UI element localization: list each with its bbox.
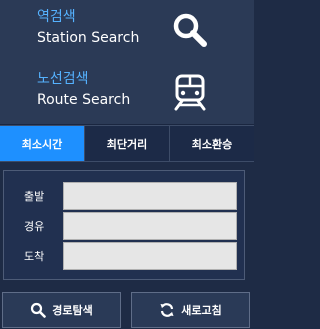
search-icon xyxy=(173,13,207,47)
arrival-label: 도착 xyxy=(24,250,45,263)
arrival-input[interactable] xyxy=(63,242,237,270)
departure-input[interactable] xyxy=(63,182,237,210)
search-icon xyxy=(31,302,47,318)
tab-min-transfer[interactable]: 최소환승 xyxy=(170,126,254,161)
station-search-korean-label: 역검색 xyxy=(37,9,76,25)
route-search-english-label: Route Search xyxy=(37,92,131,108)
via-label: 경유 xyxy=(24,220,45,233)
via-row: 경유 xyxy=(4,212,244,240)
refresh-icon xyxy=(160,303,174,317)
train-icon xyxy=(174,74,206,111)
tab-min-time[interactable]: 최소시간 xyxy=(0,126,85,161)
station-search-text: 역검색 Station Search xyxy=(37,8,139,48)
search-option-tabs: 최소시간 최단거리 최소환승 xyxy=(0,125,254,162)
arrival-row: 도착 xyxy=(4,242,244,270)
route-search-button[interactable]: 경로탐색 xyxy=(2,292,121,328)
departure-row: 출발 xyxy=(4,182,244,210)
refresh-button[interactable]: 새로고침 xyxy=(131,292,250,328)
station-search-menu[interactable]: 역검색 Station Search xyxy=(0,0,254,63)
route-form-panel: 출발 경유 도착 xyxy=(3,170,245,280)
departure-label: 출발 xyxy=(24,190,45,203)
route-search-text: 노선검색 Route Search xyxy=(37,70,130,110)
refresh-button-label: 새로고침 xyxy=(181,304,222,317)
route-search-korean-label: 노선검색 xyxy=(37,71,89,87)
route-search-menu[interactable]: 노선검색 Route Search xyxy=(0,62,254,125)
tab-shortest-distance[interactable]: 최단거리 xyxy=(85,126,170,161)
route-search-button-label: 경로탐색 xyxy=(52,304,93,317)
station-search-english-label: Station Search xyxy=(37,30,140,46)
via-input[interactable] xyxy=(63,212,237,240)
